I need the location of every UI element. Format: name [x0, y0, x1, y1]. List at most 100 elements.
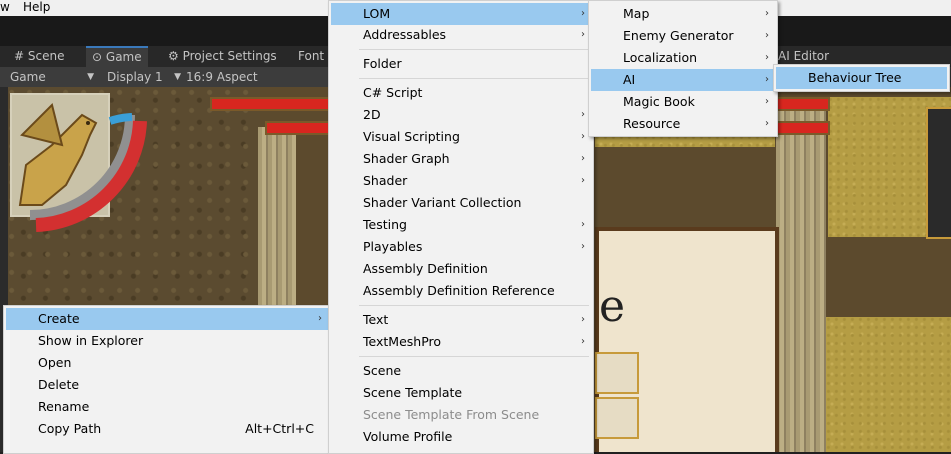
- menu-item-label: Volume Profile: [363, 429, 453, 444]
- display-dropdown[interactable]: Display 1 ▼: [107, 67, 181, 87]
- menu-item-scene[interactable]: Scene: [331, 360, 591, 382]
- menu-item-text[interactable]: Text ›: [331, 309, 591, 331]
- chevron-right-icon: ›: [581, 314, 585, 325]
- health-bar: [776, 97, 830, 111]
- menu-item-delete[interactable]: Delete: [6, 374, 328, 396]
- tab-project-settings[interactable]: ⚙ Project Settings: [162, 46, 283, 67]
- menu-item-shortcut: Alt+Ctrl+C: [245, 421, 314, 436]
- menu-item-label: Assembly Definition: [363, 261, 488, 276]
- gear-icon: ⚙: [168, 49, 179, 63]
- menu-separator: [359, 356, 589, 357]
- menu-item-label: Rename: [38, 399, 90, 414]
- menu-item-open[interactable]: Open: [6, 352, 328, 374]
- lom-submenu: Map › Enemy Generator › Localization › A…: [588, 0, 778, 137]
- menu-item-csharp-script[interactable]: C# Script: [331, 82, 591, 104]
- menu-item-label: Folder: [363, 56, 402, 71]
- menu-item-folder[interactable]: Folder: [331, 53, 591, 75]
- menu-item-assembly-definition[interactable]: Assembly Definition: [331, 258, 591, 280]
- hash-icon: #: [14, 49, 25, 63]
- gamepad-icon: ⊙: [92, 50, 103, 64]
- menubar-item-window[interactable]: w: [0, 0, 10, 15]
- ai-submenu: Behaviour Tree: [773, 64, 950, 92]
- menu-item-label: Resource: [623, 116, 681, 131]
- menu-item-label: Assembly Definition Reference: [363, 283, 555, 298]
- health-bar: [265, 121, 334, 135]
- aspect-dropdown-label: 16:9 Aspect: [186, 70, 258, 84]
- menu-item-label: LOM: [363, 6, 391, 21]
- menu-item-scene-template-from-scene: Scene Template From Scene: [331, 404, 591, 426]
- menu-item-label: Scene: [363, 363, 402, 378]
- chevron-right-icon: ›: [765, 118, 769, 129]
- stone-pillar: [258, 127, 296, 307]
- tab-project-settings-label: Project Settings: [182, 49, 277, 63]
- menu-item-assembly-definition-reference[interactable]: Assembly Definition Reference: [331, 280, 591, 302]
- menu-item-label: Testing: [363, 217, 407, 232]
- tab-scene[interactable]: # Scene: [8, 46, 70, 67]
- menu-item-label: Playables: [363, 239, 423, 254]
- resource-gauge-icon: [29, 113, 147, 232]
- menu-item-enemy-generator[interactable]: Enemy Generator ›: [591, 25, 775, 47]
- game-dropdown[interactable]: Game ▼: [10, 67, 94, 87]
- menu-item-addressables[interactable]: Addressables ›: [331, 24, 591, 46]
- menu-item-copy-path[interactable]: Copy Path Alt+Ctrl+C: [6, 418, 328, 440]
- menu-item-textmeshpro[interactable]: TextMeshPro ›: [331, 331, 591, 353]
- chevron-right-icon: ›: [581, 8, 585, 19]
- chevron-right-icon: ›: [765, 30, 769, 41]
- menu-item-behaviour-tree[interactable]: Behaviour Tree: [776, 67, 947, 89]
- chevron-right-icon: ›: [581, 241, 585, 252]
- tab-game[interactable]: ⊙ Game: [86, 46, 148, 69]
- menu-item-label: Visual Scripting: [363, 129, 460, 144]
- menubar-item-help[interactable]: Help: [23, 0, 50, 15]
- tab-ai-editor-label: AI Editor: [778, 49, 830, 63]
- menu-item-shader-graph[interactable]: Shader Graph ›: [331, 148, 591, 170]
- chevron-right-icon: ›: [581, 29, 585, 40]
- menu-item-label: 2D: [363, 107, 381, 122]
- menu-item-label: Create: [38, 311, 80, 326]
- menu-item-shader[interactable]: Shader ›: [331, 170, 591, 192]
- dropdown-arrow-icon: ▼: [174, 72, 181, 82]
- display-dropdown-label: Display 1: [107, 70, 163, 84]
- menu-item-scene-template[interactable]: Scene Template: [331, 382, 591, 404]
- tab-game-label: Game: [105, 50, 142, 64]
- project-context-menu: Create › Show in Explorer Open Delete Re…: [3, 305, 331, 454]
- tab-font[interactable]: Font: [292, 46, 330, 67]
- menu-item-label: Open: [38, 355, 72, 370]
- menu-item-create[interactable]: Create ›: [6, 308, 328, 330]
- tab-scene-label: Scene: [27, 49, 65, 63]
- menu-item-label: Delete: [38, 377, 80, 392]
- menu-item-label: Show in Explorer: [38, 333, 144, 348]
- menu-item-map[interactable]: Map ›: [591, 3, 775, 25]
- dropdown-arrow-icon: ▼: [87, 72, 94, 82]
- aspect-dropdown[interactable]: 16:9 Aspect: [186, 67, 286, 87]
- chevron-right-icon: ›: [581, 153, 585, 164]
- menu-item-playables[interactable]: Playables ›: [331, 236, 591, 258]
- menu-item-visual-scripting[interactable]: Visual Scripting ›: [331, 126, 591, 148]
- menu-item-rename[interactable]: Rename: [6, 396, 328, 418]
- menu-item-localization[interactable]: Localization ›: [591, 47, 775, 69]
- menu-separator: [359, 78, 589, 79]
- menu-item-label: AI: [623, 72, 636, 87]
- chevron-right-icon: ›: [581, 219, 585, 230]
- menu-item-volume-profile[interactable]: Volume Profile: [331, 426, 591, 448]
- menu-item-shader-variant-collection[interactable]: Shader Variant Collection: [331, 192, 591, 214]
- sand-floor: [826, 317, 951, 452]
- menu-item-testing[interactable]: Testing ›: [331, 214, 591, 236]
- create-submenu: LOM › Addressables › Folder C# Script 2D…: [328, 0, 594, 454]
- menu-item-label: Addressables: [363, 27, 447, 42]
- chevron-right-icon: ›: [318, 313, 322, 324]
- menu-item-show-in-explorer[interactable]: Show in Explorer: [6, 330, 328, 352]
- menu-item-label: Magic Book: [623, 94, 695, 109]
- menu-item-label: Localization: [623, 50, 698, 65]
- menu-item-2d[interactable]: 2D ›: [331, 104, 591, 126]
- menu-item-label: Behaviour Tree: [808, 70, 902, 85]
- chevron-right-icon: ›: [765, 52, 769, 63]
- menu-item-resource[interactable]: Resource ›: [591, 113, 775, 135]
- health-bar: [210, 97, 334, 111]
- menu-item-magic-book[interactable]: Magic Book ›: [591, 91, 775, 113]
- game-dropdown-label: Game: [10, 70, 46, 84]
- menu-item-lom[interactable]: LOM ›: [331, 3, 591, 25]
- menu-item-label: Scene Template: [363, 385, 463, 400]
- menu-item-ai[interactable]: AI ›: [591, 69, 775, 91]
- tab-font-label: Font: [298, 49, 325, 63]
- chevron-right-icon: ›: [581, 175, 585, 186]
